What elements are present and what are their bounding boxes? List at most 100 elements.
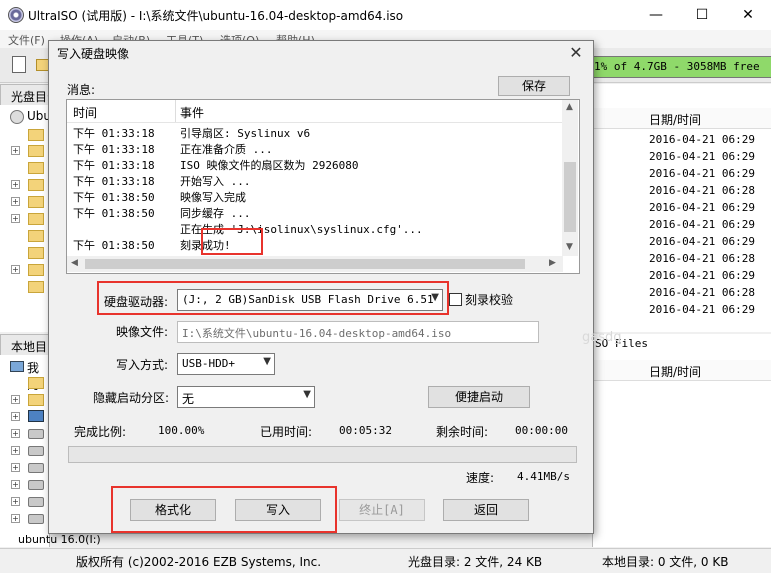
local-file-list[interactable]: SO Files 日期/时间 (592, 334, 771, 547)
expand-icon[interactable]: + (11, 197, 20, 206)
easy-boot-button[interactable]: 便捷启动 (428, 386, 530, 408)
local-dir-header: 本地目 (0, 334, 51, 356)
folder-icon[interactable] (28, 281, 44, 293)
disc-icon (10, 110, 24, 124)
expand-icon[interactable]: + (11, 480, 20, 489)
message-log[interactable]: 时间 事件 下午 01:33:18 引导扇区: Syslinux v6 下午 01… (66, 99, 580, 274)
elapsed-value: 00:05:32 (339, 424, 392, 437)
date-cell: 2016-04-21 06:29 (649, 150, 755, 163)
save-button[interactable]: 保存 (498, 76, 570, 96)
watermark-text: gasdg (582, 330, 622, 345)
image-file-field[interactable]: I:\系统文件\ubuntu-16.04-desktop-amd64.iso (177, 321, 539, 343)
expand-icon[interactable]: + (11, 497, 20, 506)
drive-icon[interactable] (28, 446, 44, 456)
disc-dir-status: 光盘目录: 2 文件, 24 KB (408, 555, 543, 569)
scroll-left-icon[interactable]: ◀ (71, 258, 78, 268)
local-dir-status: 本地目录: 0 文件, 0 KB (602, 555, 729, 569)
write-disk-image-dialog: 写入硬盘映像 ✕ 消息: 保存 时间 事件 下午 01:33:18 引导扇区: S… (48, 40, 622, 534)
usb-drive-label[interactable]: ubuntu 16.0(I:) (18, 533, 101, 546)
annotation-highlight-success (201, 228, 263, 255)
write-mode-label: 写入方式: (116, 358, 169, 372)
date-cell: 2016-04-21 06:29 (649, 201, 755, 214)
copyright-text: 版权所有 (c)2002-2016 EZB Systems, Inc. (76, 555, 322, 569)
chevron-down-icon[interactable]: ▼ (303, 389, 311, 400)
annotation-highlight-buttons (111, 486, 337, 533)
progress-label: 完成比例: (74, 425, 127, 439)
hide-partition-select[interactable]: 无 ▼ (177, 386, 315, 408)
remaining-label: 剩余时间: (436, 425, 489, 439)
folder-icon[interactable] (28, 230, 44, 242)
date-cell: 2016-04-21 06:29 (649, 235, 755, 248)
chevron-down-icon[interactable]: ▼ (263, 356, 271, 367)
log-row: 下午 01:33:18 正在准备介质 ... (73, 143, 273, 156)
date-column-header[interactable]: 日期/时间 (593, 108, 771, 129)
new-file-icon[interactable] (12, 56, 26, 73)
scroll-thumb[interactable] (85, 259, 525, 269)
date-cell: 2016-04-21 06:29 (649, 133, 755, 146)
write-mode-select[interactable]: USB-HDD+ ▼ (177, 353, 275, 375)
date-cell: 2016-04-21 06:28 (649, 286, 755, 299)
expand-icon[interactable]: + (11, 146, 20, 155)
maximize-button[interactable]: ☐ (679, 0, 725, 30)
progress-value: 100.00% (158, 424, 205, 437)
expand-icon[interactable]: + (11, 446, 20, 455)
log-vertical-scrollbar[interactable]: ▲ ▼ (562, 100, 578, 256)
drive-icon[interactable] (28, 514, 44, 524)
disc-dir-header: 光盘目录 (0, 84, 59, 106)
image-file-label: 映像文件: (116, 325, 169, 339)
expand-icon[interactable]: + (11, 265, 20, 274)
stop-button[interactable]: 终止[A] (339, 499, 425, 521)
expand-icon[interactable]: + (11, 214, 20, 223)
dialog-close-button[interactable]: ✕ (563, 41, 589, 65)
expand-icon[interactable]: + (11, 514, 20, 523)
date-cell: 2016-04-21 06:29 (649, 218, 755, 231)
folder-icon[interactable] (28, 196, 44, 208)
ultraiso-logo-icon (8, 7, 24, 23)
verify-checkbox[interactable] (449, 293, 462, 306)
local-tree-pane[interactable]: 我的 + + + + + + + + ubuntu 16.0(I:) (0, 355, 101, 547)
minimize-button[interactable]: — (633, 0, 679, 30)
expand-icon[interactable]: + (11, 395, 20, 404)
computer-icon (10, 361, 24, 372)
date-cell: 2016-04-21 06:29 (649, 269, 755, 282)
window-titlebar: UltraISO (试用版) - I:\系统文件\ubuntu-16.04-de… (0, 0, 771, 30)
log-row: 下午 01:33:18 引导扇区: Syslinux v6 (73, 127, 311, 140)
desktop-icon[interactable] (28, 410, 44, 422)
folder-icon[interactable] (28, 129, 44, 141)
drive-icon[interactable] (28, 497, 44, 507)
folder-icon[interactable] (28, 145, 44, 157)
back-button[interactable]: 返回 (443, 499, 529, 521)
folder-icon[interactable] (28, 247, 44, 259)
log-row: 下午 01:38:50 同步缓存 ... (73, 207, 251, 220)
folder-icon[interactable] (28, 162, 44, 174)
log-row: 下午 01:33:18 ISO 映像文件的扇区数为 2926080 (73, 159, 359, 172)
drive-icon[interactable] (28, 480, 44, 490)
close-window-button[interactable]: ✕ (725, 0, 771, 30)
drive-icon[interactable] (28, 429, 44, 439)
scroll-up-icon[interactable]: ▲ (566, 102, 573, 112)
scroll-right-icon[interactable]: ▶ (549, 258, 556, 268)
scroll-down-icon[interactable]: ▼ (566, 242, 573, 252)
log-header: 时间 事件 (67, 100, 563, 123)
expand-icon[interactable]: + (11, 180, 20, 189)
drive-icon[interactable] (28, 463, 44, 473)
log-horizontal-scrollbar[interactable]: ◀ ▶ (67, 256, 563, 272)
folder-icon[interactable] (28, 264, 44, 276)
folder-icon[interactable] (28, 179, 44, 191)
capacity-bar: 1% of 4.7GB - 3058MB free (587, 56, 771, 78)
disc-file-list[interactable]: 日期/时间 2016-04-21 06:29 2016-04-21 06:29 … (592, 84, 771, 332)
folder-icon[interactable] (28, 213, 44, 225)
expand-icon[interactable]: + (11, 463, 20, 472)
local-date-column-label: 日期/时间 (649, 365, 702, 379)
date-cell: 2016-04-21 06:29 (649, 167, 755, 180)
folder-icon[interactable] (28, 377, 44, 389)
menu-file[interactable]: 文件(F) (8, 32, 45, 48)
disc-tree-pane[interactable]: Ubun + + + + + (0, 105, 59, 332)
date-cell: 2016-04-21 06:29 (649, 303, 755, 316)
expand-icon[interactable]: + (11, 429, 20, 438)
local-date-column-header[interactable]: 日期/时间 (593, 360, 771, 381)
expand-icon[interactable]: + (11, 412, 20, 421)
scroll-thumb[interactable] (564, 162, 576, 232)
progress-fill (69, 447, 576, 462)
folder-icon[interactable] (28, 394, 44, 406)
